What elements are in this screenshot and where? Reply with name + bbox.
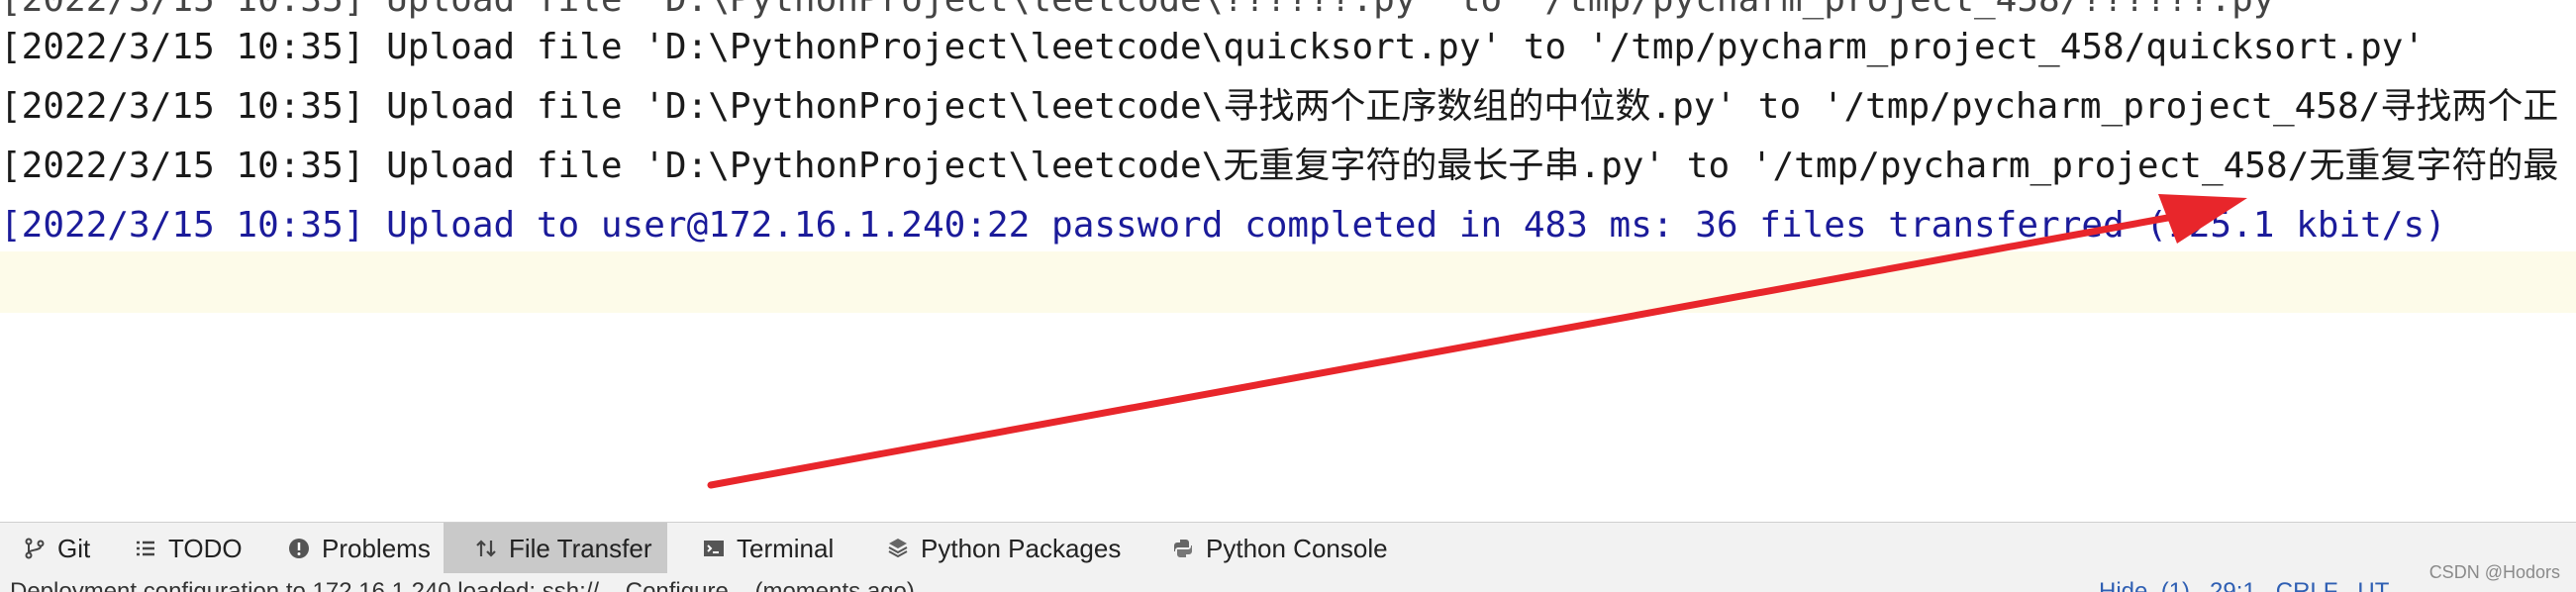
tab-label: TODO	[168, 533, 243, 563]
status-bar: Deployment configuration to 172.16.1.240…	[0, 573, 2576, 592]
todo-list-icon	[131, 534, 160, 563]
terminal-icon	[699, 534, 729, 563]
tab-label: Python Packages	[921, 533, 1122, 563]
git-branch-icon	[20, 534, 50, 563]
watermark-text: CSDN @Hodors	[2428, 562, 2560, 582]
status-message: Deployment configuration to 172.16.1.240…	[10, 578, 915, 592]
problems-icon	[284, 534, 314, 563]
tab-label: Problems	[322, 533, 431, 563]
log-line: [2022/3/15 10:35] Upload file 'D:\Python…	[0, 146, 2559, 186]
upload-summary-line: [2022/3/15 10:35] Upload to user@172.16.…	[0, 205, 2446, 246]
tab-label: File Transfer	[509, 533, 652, 563]
caret-line-highlight	[0, 251, 2576, 313]
log-line: [2022/3/15 10:35] Upload file 'D:\Python…	[0, 27, 2426, 67]
file-transfer-log: [2022/3/15 10:35] Upload file 'D:\Python…	[0, 0, 2576, 525]
log-line: [2022/3/15 10:35] Upload file 'D:\Python…	[0, 86, 2559, 127]
tab-todo[interactable]: TODO	[121, 523, 252, 574]
tab-label: Git	[57, 533, 91, 563]
status-right-widgets[interactable]: Hide (1) 29:1 CRLF UT	[2099, 579, 2389, 592]
python-console-icon	[1168, 534, 1198, 563]
file-transfer-icon	[471, 534, 501, 563]
tab-git[interactable]: Git	[10, 523, 100, 574]
tab-python-packages[interactable]: Python Packages	[873, 523, 1131, 574]
tab-terminal[interactable]: Terminal	[689, 523, 843, 574]
tab-label: Python Console	[1206, 533, 1388, 563]
python-packages-icon	[883, 534, 913, 563]
tab-label: Terminal	[737, 533, 835, 563]
tab-file-transfer[interactable]: File Transfer	[444, 523, 667, 574]
tab-problems[interactable]: Problems	[274, 523, 441, 574]
tab-python-console[interactable]: Python Console	[1158, 523, 1398, 574]
tool-window-bar: Git TODO Problems File Transfer Terminal…	[0, 522, 2576, 574]
